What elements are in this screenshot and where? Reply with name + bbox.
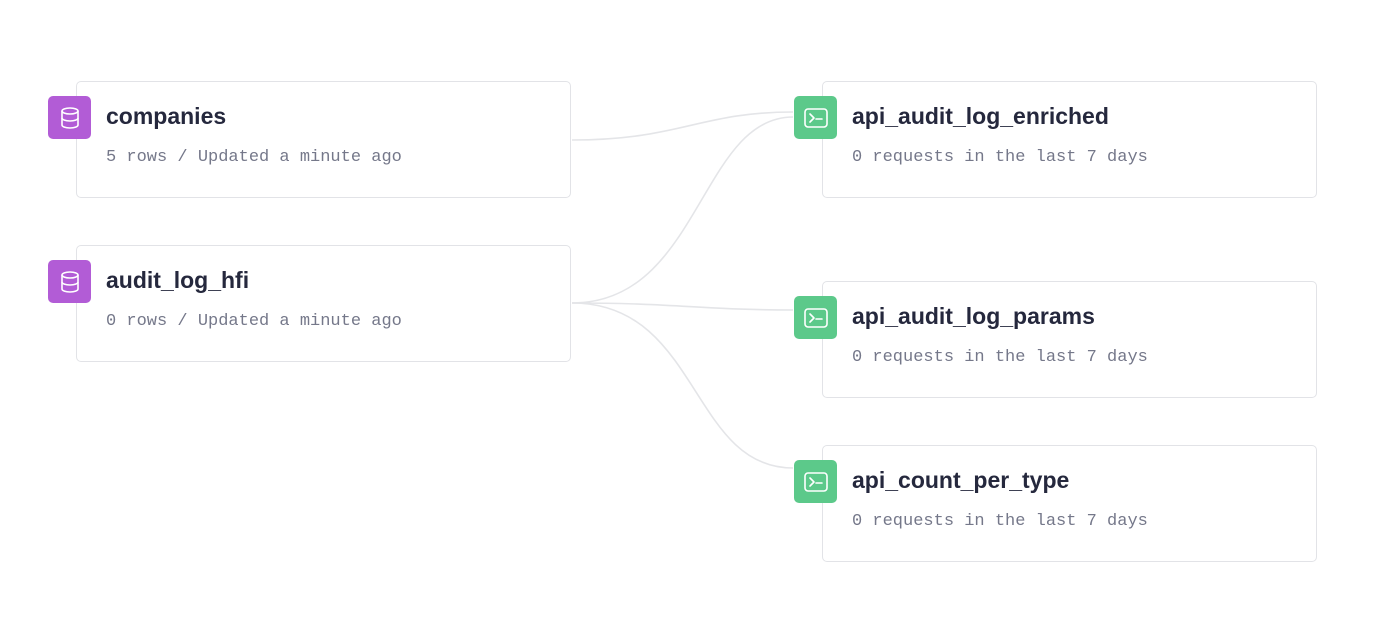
datasource-node-companies[interactable]: companies 5 rows / Updated a minute ago (48, 81, 571, 198)
endpoint-node-api-audit-log-params[interactable]: api_audit_log_params 0 requests in the l… (794, 281, 1317, 398)
database-icon (60, 270, 79, 293)
terminal-icon (803, 471, 828, 492)
node-meta: 0 rows / Updated a minute ago (106, 312, 402, 331)
node-title: api_count_per_type (852, 467, 1070, 493)
endpoint-badge (794, 460, 837, 503)
node-meta: 5 rows / Updated a minute ago (106, 148, 402, 167)
endpoint-node-api-count-per-type[interactable]: api_count_per_type 0 requests in the las… (794, 445, 1317, 562)
edge-audit-log-hfi-to-api-audit-log-enriched (571, 116, 794, 304)
datasource-badge (48, 96, 91, 139)
endpoint-badge (794, 96, 837, 139)
datasource-node-audit-log-hfi[interactable]: audit_log_hfi 0 rows / Updated a minute … (48, 245, 571, 362)
node-title: audit_log_hfi (106, 267, 250, 293)
endpoint-node-api-audit-log-enriched[interactable]: api_audit_log_enriched 0 requests in the… (794, 81, 1317, 198)
node-meta: 0 requests in the last 7 days (852, 348, 1148, 367)
edge-audit-log-hfi-to-api-count-per-type (571, 302, 794, 469)
datasource-badge (48, 260, 91, 303)
node-title: api_audit_log_enriched (852, 103, 1109, 129)
database-icon (60, 106, 79, 129)
node-meta: 0 requests in the last 7 days (852, 512, 1148, 531)
terminal-icon (803, 307, 828, 328)
edge-audit-log-hfi-to-api-audit-log-params (571, 302, 794, 311)
node-title: api_audit_log_params (852, 303, 1095, 329)
node-title: companies (106, 103, 227, 129)
terminal-icon (803, 107, 828, 128)
endpoint-badge (794, 296, 837, 339)
node-meta: 0 requests in the last 7 days (852, 148, 1148, 167)
